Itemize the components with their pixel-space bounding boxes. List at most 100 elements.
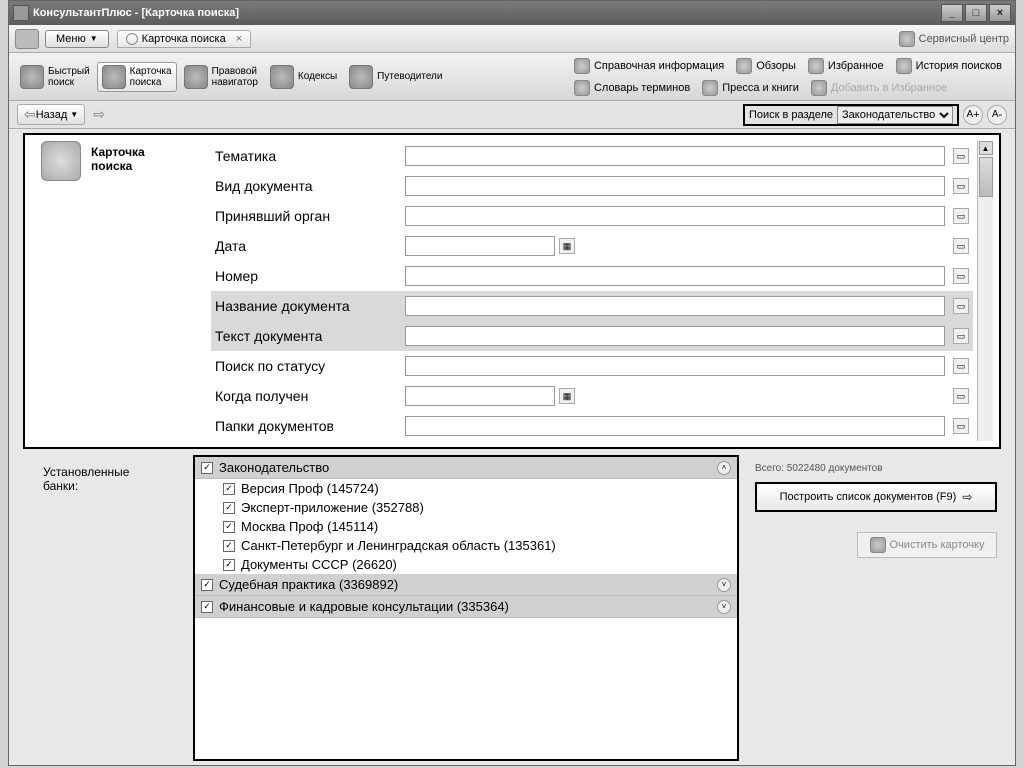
checkbox-icon[interactable]: ✓ xyxy=(201,579,213,591)
signpost-icon xyxy=(349,65,373,89)
field-label: Название документа xyxy=(215,298,405,314)
arrow-right-icon: ⇨ xyxy=(962,490,972,504)
scroll-up-icon[interactable]: ▲ xyxy=(979,141,993,155)
field-label: Номер xyxy=(215,268,405,284)
service-icon xyxy=(899,31,915,47)
section-label: Поиск в разделе xyxy=(749,109,833,121)
bank-group-legislation[interactable]: ✓ Законодательство ˄ xyxy=(195,457,737,479)
date-input[interactable] xyxy=(405,236,555,256)
back-button[interactable]: ⇦ Назад ▼ xyxy=(17,104,85,125)
favorites-button[interactable]: Избранное xyxy=(803,55,889,77)
add-favorite-button[interactable]: Добавить в Избранное xyxy=(806,77,952,99)
calendar-icon[interactable]: ▦ xyxy=(559,238,575,254)
field-label: Текст документа xyxy=(215,328,405,344)
received-input[interactable] xyxy=(405,386,555,406)
clear-field-icon[interactable]: ▭ xyxy=(953,388,969,404)
tab-label: Карточка поиска xyxy=(142,33,226,45)
search-card-title: Карточкапоиска xyxy=(91,145,211,441)
service-center-link[interactable]: Сервисный центр xyxy=(899,31,1009,47)
guides-button[interactable]: Путеводители xyxy=(344,62,442,92)
checkbox-icon[interactable]: ✓ xyxy=(201,601,213,613)
minimize-button[interactable]: _ xyxy=(941,4,963,22)
clear-field-icon[interactable]: ▭ xyxy=(953,238,969,254)
bank-group-finance[interactable]: ✓ Финансовые и кадровые консультации (33… xyxy=(195,596,737,618)
clear-field-icon[interactable]: ▭ xyxy=(953,418,969,434)
bank-group-judicial[interactable]: ✓ Судебная практика (3369892) ˅ xyxy=(195,574,737,596)
field-row-doc-title: Название документа ▭ xyxy=(211,291,973,321)
menu-button[interactable]: Меню ▼ xyxy=(45,30,109,48)
clear-field-icon[interactable]: ▭ xyxy=(953,178,969,194)
clear-field-icon[interactable]: ▭ xyxy=(953,208,969,224)
tab-search-card[interactable]: Карточка поиска × xyxy=(117,30,251,48)
status-input[interactable] xyxy=(405,356,945,376)
field-row-topic: Тематика ▭ xyxy=(211,141,973,171)
font-decrease-button[interactable]: A- xyxy=(987,105,1007,125)
number-input[interactable] xyxy=(405,266,945,286)
checkbox-icon[interactable]: ✓ xyxy=(223,483,235,495)
glossary-button[interactable]: Словарь терминов xyxy=(569,77,695,99)
pen-icon xyxy=(736,58,752,74)
bank-item[interactable]: ✓Москва Проф (145114) xyxy=(195,517,737,536)
dictionary-icon xyxy=(574,80,590,96)
clear-field-icon[interactable]: ▭ xyxy=(953,358,969,374)
doc-title-input[interactable] xyxy=(405,296,945,316)
folders-input[interactable] xyxy=(405,416,945,436)
clear-field-icon[interactable]: ▭ xyxy=(953,268,969,284)
field-row-received: Когда получен▦▭ xyxy=(211,381,973,411)
clear-field-icon[interactable]: ▭ xyxy=(953,298,969,314)
field-row-doc-text: Текст документа ▭ xyxy=(211,321,973,351)
checkbox-icon[interactable]: ✓ xyxy=(223,502,235,514)
collapse-down-icon[interactable]: ˅ xyxy=(717,578,731,592)
history-button[interactable]: История поисков xyxy=(891,55,1007,77)
authority-input[interactable] xyxy=(405,206,945,226)
section-selector: Поиск в разделе Законодательство xyxy=(743,104,959,126)
doc-type-input[interactable] xyxy=(405,176,945,196)
checkbox-icon[interactable]: ✓ xyxy=(223,559,235,571)
calendar-icon[interactable]: ▦ xyxy=(559,388,575,404)
checkbox-icon[interactable]: ✓ xyxy=(201,462,213,474)
search-card-button[interactable]: Карточкапоиска xyxy=(97,62,177,92)
collapse-down-icon[interactable]: ˅ xyxy=(717,600,731,614)
clear-card-button[interactable]: Очистить карточку xyxy=(857,532,997,558)
font-increase-button[interactable]: A+ xyxy=(963,105,983,125)
scrollbar[interactable]: ▲ xyxy=(977,141,993,441)
checkbox-icon[interactable]: ✓ xyxy=(223,521,235,533)
home-icon[interactable] xyxy=(15,29,39,49)
total-count: Всего: 5022480 документов xyxy=(755,463,997,474)
checkbox-icon[interactable]: ✓ xyxy=(223,540,235,552)
bank-item[interactable]: ✓Эксперт-приложение (352788) xyxy=(195,498,737,517)
press-button[interactable]: Пресса и книги xyxy=(697,77,804,99)
topic-input[interactable] xyxy=(405,146,945,166)
scroll-thumb[interactable] xyxy=(979,157,993,197)
field-label: Тематика xyxy=(215,148,405,164)
doc-text-input[interactable] xyxy=(405,326,945,346)
chevron-down-icon: ▼ xyxy=(90,34,98,43)
field-label: Папки документов xyxy=(215,418,405,434)
reference-info-button[interactable]: Справочная информация xyxy=(569,55,729,77)
bank-item[interactable]: ✓Документы СССР (26620) xyxy=(195,555,737,574)
results-panel: Всего: 5022480 документов Построить спис… xyxy=(751,455,1001,761)
section-dropdown[interactable]: Законодательство xyxy=(837,106,953,124)
clear-field-icon[interactable]: ▭ xyxy=(953,328,969,344)
search-fields: Тематика▭Вид документа▭Принявший орган▭Д… xyxy=(211,141,973,441)
banks-panel: ✓ Законодательство ˄ ✓Версия Проф (14572… xyxy=(193,455,739,761)
clear-field-icon[interactable]: ▭ xyxy=(953,148,969,164)
collapse-up-icon[interactable]: ˄ xyxy=(717,461,731,475)
build-list-button[interactable]: Построить список документов (F9) ⇨ xyxy=(755,482,997,512)
codexes-button[interactable]: Кодексы xyxy=(265,62,342,92)
quick-search-button[interactable]: Быстрыйпоиск xyxy=(15,62,95,92)
banks-label: Установленныебанки: xyxy=(23,455,193,761)
service-center-label: Сервисный центр xyxy=(919,33,1009,45)
reviews-button[interactable]: Обзоры xyxy=(731,55,801,77)
tab-close-icon[interactable]: × xyxy=(236,33,242,45)
info-icon xyxy=(574,58,590,74)
field-label: Вид документа xyxy=(215,178,405,194)
book-icon xyxy=(270,65,294,89)
legal-navigator-button[interactable]: Правовойнавигатор xyxy=(179,62,263,92)
forward-button[interactable]: ⇨ xyxy=(93,106,105,123)
close-button[interactable]: × xyxy=(989,4,1011,22)
bank-item[interactable]: ✓Версия Проф (145724) xyxy=(195,479,737,498)
bank-item[interactable]: ✓Санкт-Петербург и Ленинградская область… xyxy=(195,536,737,555)
toolbar: Быстрыйпоиск Карточкапоиска Правовойнави… xyxy=(9,53,1015,101)
maximize-button[interactable]: □ xyxy=(965,4,987,22)
